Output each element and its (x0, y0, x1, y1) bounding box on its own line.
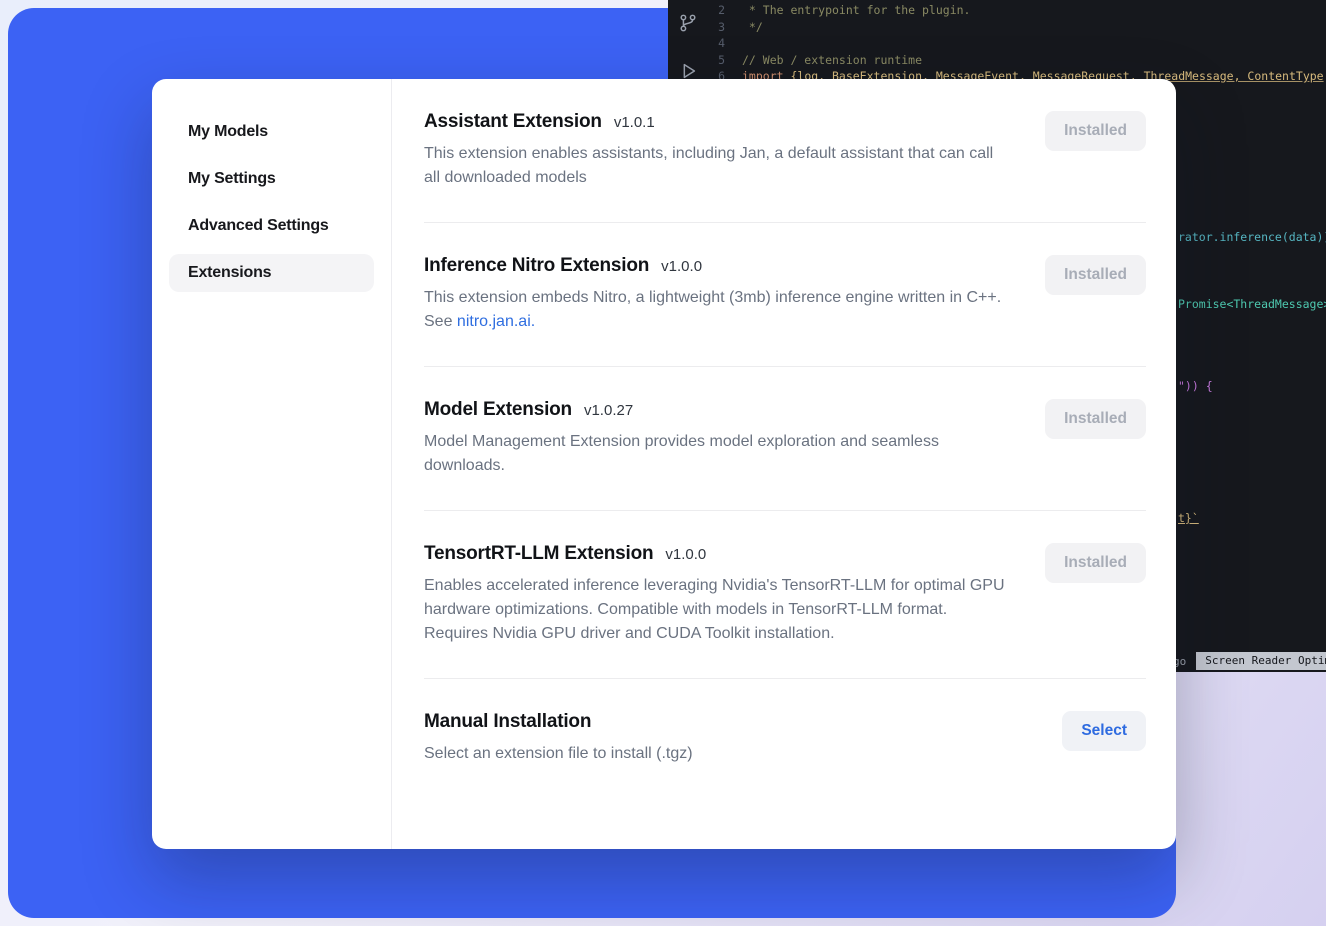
code-fragment: rator.inference(data)); (1178, 230, 1326, 244)
screen-reader-badge[interactable]: Screen Reader Optimize (1196, 652, 1326, 670)
installed-button[interactable]: Installed (1045, 543, 1146, 583)
extension-row-tensorrt: TensortRT-LLM Extension v1.0.0 Enables a… (424, 543, 1146, 646)
code-fragment: Promise<ThreadMessage> (1178, 297, 1326, 311)
manual-installation-row: Manual Installation Select an extension … (424, 711, 1146, 766)
code-line: 4 (668, 35, 1326, 52)
line-number: 5 (668, 52, 742, 69)
extension-description: This extension embeds Nitro, a lightweig… (424, 286, 1009, 334)
line-number: 3 (668, 19, 742, 36)
installed-button[interactable]: Installed (1045, 111, 1146, 151)
sidebar-item-advanced-settings[interactable]: Advanced Settings (169, 207, 374, 245)
code-text: */ (742, 19, 763, 36)
code-text: // Web / extension runtime (742, 52, 922, 69)
select-file-button[interactable]: Select (1062, 711, 1146, 751)
extension-version: v1.0.0 (661, 258, 702, 275)
extensions-list: Assistant Extension v1.0.1 This extensio… (392, 79, 1176, 849)
sidebar-item-extensions[interactable]: Extensions (169, 254, 374, 292)
code-fragment: ")) { (1178, 379, 1213, 393)
divider (424, 678, 1146, 679)
desktop: 2 * The entrypoint for the plugin. 3 */ … (0, 0, 1326, 926)
extension-row-assistant: Assistant Extension v1.0.1 This extensio… (424, 111, 1146, 190)
code-line: 3 */ (668, 19, 1326, 36)
installed-button[interactable]: Installed (1045, 399, 1146, 439)
sidebar-item-my-models[interactable]: My Models (169, 113, 374, 151)
extension-description: Model Management Extension provides mode… (424, 430, 1009, 478)
extension-name: Assistant Extension (424, 111, 602, 133)
extension-version: v1.0.1 (614, 114, 655, 131)
manual-installation-description: Select an extension file to install (.tg… (424, 742, 693, 766)
extension-description: Enables accelerated inference leveraging… (424, 574, 1009, 646)
extension-name: TensortRT-LLM Extension (424, 543, 653, 565)
code-line: 2 * The entrypoint for the plugin. (668, 2, 1326, 19)
code-line: 5 // Web / extension runtime (668, 52, 1326, 69)
line-number: 4 (668, 35, 742, 52)
extension-version: v1.0.27 (584, 402, 633, 419)
settings-sidebar: My Models My Settings Advanced Settings … (152, 79, 392, 849)
extension-version: v1.0.0 (665, 546, 706, 563)
nitro-link[interactable]: nitro.jan.ai. (457, 313, 535, 330)
extension-row-nitro: Inference Nitro Extension v1.0.0 This ex… (424, 255, 1146, 334)
settings-modal: My Models My Settings Advanced Settings … (152, 79, 1176, 849)
code-area: 2 * The entrypoint for the plugin. 3 */ … (668, 2, 1326, 85)
extension-name: Inference Nitro Extension (424, 255, 649, 277)
extension-name: Model Extension (424, 399, 572, 421)
line-number: 2 (668, 2, 742, 19)
divider (424, 366, 1146, 367)
installed-button[interactable]: Installed (1045, 255, 1146, 295)
manual-installation-title: Manual Installation (424, 711, 591, 733)
code-text: * The entrypoint for the plugin. (742, 2, 970, 19)
divider (424, 510, 1146, 511)
sidebar-item-my-settings[interactable]: My Settings (169, 160, 374, 198)
extension-row-model: Model Extension v1.0.27 Model Management… (424, 399, 1146, 478)
extension-description: This extension enables assistants, inclu… (424, 142, 1009, 190)
code-fragment: t}` (1178, 511, 1199, 525)
divider (424, 222, 1146, 223)
